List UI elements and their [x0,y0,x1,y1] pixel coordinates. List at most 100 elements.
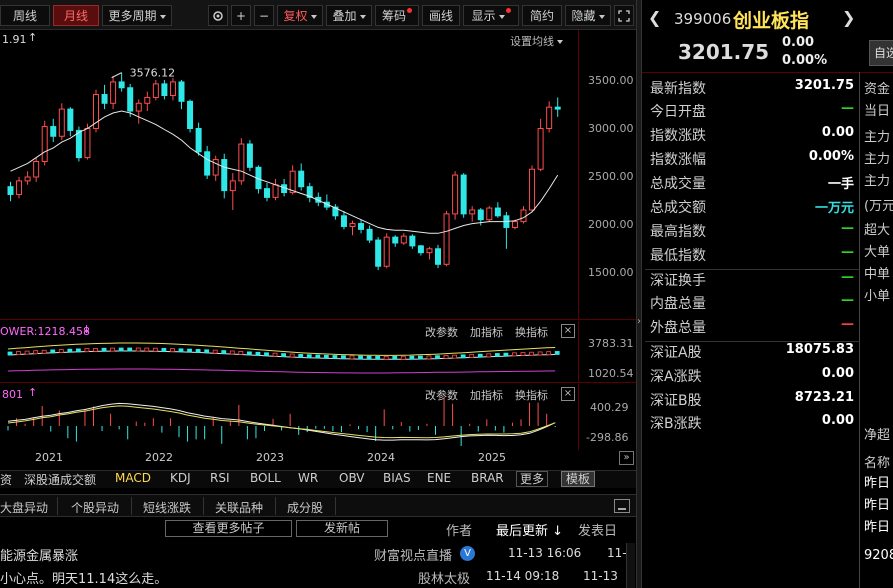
kline-chart[interactable]: 3576.12 [0,30,636,320]
candle-body [383,236,390,267]
indicator-bar [358,355,363,360]
tab-constituents[interactable]: 成分股 [287,499,323,516]
indicator-bar [50,349,56,354]
display-button[interactable]: 显示 [463,5,519,26]
peak-label: 3576.12 [130,67,176,80]
tab-wr[interactable]: WR [298,471,318,485]
chevron-down-icon [159,14,166,19]
candle-body [238,143,245,182]
fund-flow-label: 主力 [864,130,891,145]
scroll-right-button[interactable]: » [619,451,634,465]
chevron-down-icon [598,14,605,19]
tab-brar[interactable]: BRAR [471,471,504,485]
y-tick-label: 400.29 [590,401,629,414]
settings-icon-button[interactable] [208,5,228,26]
indicator-bar [195,349,201,353]
indicator-bar [503,352,509,357]
zoom-out-button[interactable]: − [254,5,274,26]
quote-stat-value: — [841,317,854,332]
zoom-in-button[interactable]: + [231,5,251,26]
fund-flow-label: 小单 [864,289,891,304]
tab-obv[interactable]: OBV [339,471,365,485]
quote-stat-label: 外盘总量 [650,320,706,336]
divider [203,497,204,515]
axis-divider [578,30,579,320]
indicator-bar [110,347,115,352]
indicator-bar [417,355,423,360]
quote-stat-row: 深A涨跌 0.00 [650,366,856,389]
author-column-header[interactable]: 作者 [446,520,472,539]
indicator-bar [229,350,235,355]
chevron-right-icon[interactable]: ❯ [842,8,855,27]
candle-body [400,235,407,244]
x-tick-label: 2025 [478,451,506,464]
candle-body [494,207,501,217]
index-name: 创业板指 [733,10,810,32]
tab-fund[interactable]: 资 [0,471,12,488]
week-button[interactable]: 周线 [0,5,50,26]
add-watchlist-button[interactable]: 自选 [869,40,893,66]
quote-stat-label: 最新指数 [650,81,706,97]
tab-ene[interactable]: ENE [427,471,451,485]
quote-stat-value: 18075.83 [785,342,854,357]
candle-body [392,236,399,244]
quote-stat-value: 3201.75 [794,78,854,93]
indicator-bar [400,355,406,360]
news-title[interactable]: 能源金属暴涨 [0,545,78,564]
restore-rights-button[interactable]: 复权 [277,5,323,26]
candle-body [529,168,536,211]
new-post-button[interactable]: 发新帖 [296,520,388,537]
tab-stock-move[interactable]: 个股异动 [71,499,119,516]
tab-related[interactable]: 关联品种 [215,499,263,516]
news-title[interactable]: 小心点。明天11.14这么走。 [0,568,167,587]
tab-short-move[interactable]: 短线涨跌 [143,499,191,516]
news-author[interactable]: 财富视点直播 [374,545,452,564]
x-tick-label: 2022 [145,451,173,464]
tab-template[interactable]: 模板 [561,471,596,487]
quote-stat-label: 内盘总量 [650,296,706,312]
tab-more[interactable]: 更多 [516,471,549,487]
quote-stat-row: 外盘总量 — [650,317,856,340]
candle-body [33,160,40,178]
fund-flow-label[interactable]: 当日 [864,100,890,119]
quote-stat-label: 总成交额 [650,200,706,216]
chips-button[interactable]: 筹码 [375,5,419,26]
tab-kdj[interactable]: KDJ [170,471,191,485]
candle-body [169,81,176,97]
more-period-button[interactable]: 更多周期 [102,5,172,26]
collapse-button[interactable] [614,499,630,513]
indicator-bar [529,351,534,356]
overlay-button[interactable]: 叠加 [326,5,372,26]
fund-flow-label[interactable]: 资金 [864,78,890,97]
hide-button[interactable]: 隐藏 [565,5,611,26]
quote-stat-row: 内盘总量 — [650,293,856,316]
post-time-column-header[interactable]: 发表日 [578,520,617,539]
news-author[interactable]: 股林太极 [418,568,470,587]
quote-stat-label: 深A涨跌 [650,369,702,385]
y-tick-label: 3500.00 [588,74,634,87]
quote-stat-row: 深证A股 18075.83 [650,342,856,365]
price-change-pct: 0.00% [782,53,828,68]
tab-rsi[interactable]: RSI [210,471,230,485]
tab-sz-connect[interactable]: 深股通成交额 [24,471,96,488]
quote-stat-value: 8723.21 [794,390,854,405]
draw-line-button[interactable]: 画线 [422,5,460,26]
tab-boll[interactable]: BOLL [250,471,281,485]
quote-stat-label: 深证换手 [650,273,706,289]
list-item[interactable]: 小心点。明天11.14这么走。 股林太极 11-14 09:18 11-13 [0,566,636,588]
fullscreen-button[interactable] [614,5,634,26]
tab-bias[interactable]: BIAS [383,471,411,485]
quote-stat-label: 深B涨跌 [650,416,702,432]
news-scrollbar[interactable] [626,543,635,588]
month-button[interactable]: 月线 [53,5,99,26]
latest-update-column-header[interactable]: 最后更新 ↓ [496,520,563,539]
indicator-bar [315,354,321,359]
candle-body [84,128,91,159]
indicator-bar [33,350,39,355]
tab-market-move[interactable]: 大盘异动 [0,499,48,516]
chevron-left-icon[interactable]: ❮ [648,8,661,27]
view-more-posts-button[interactable]: 查看更多帖子 [165,520,292,537]
list-item[interactable]: 能源金属暴涨 财富视点直播 V 11-13 16:06 11- [0,543,636,566]
simple-button[interactable]: 简约 [522,5,562,26]
tab-macd[interactable]: MACD [115,471,151,485]
